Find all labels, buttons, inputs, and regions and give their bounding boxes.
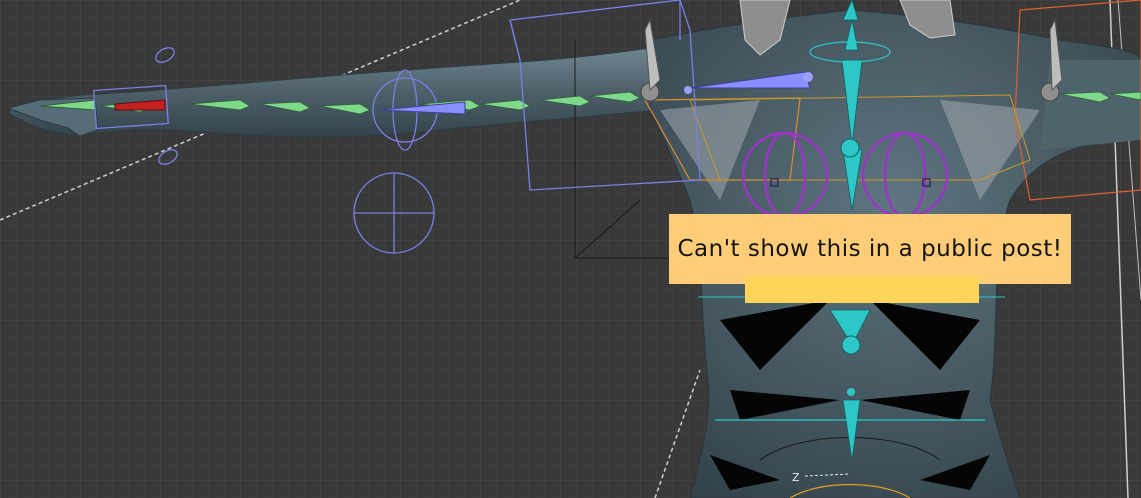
3d-viewport[interactable]: Z Can't show this in a public post! [0, 0, 1141, 498]
spine-joint-belly[interactable] [847, 388, 855, 396]
shoulder-ik-joint[interactable] [803, 72, 813, 82]
axis-label-z: Z [792, 471, 800, 484]
spine-joint-lower[interactable] [841, 335, 861, 355]
spine-joint[interactable] [840, 138, 860, 158]
censor-banner: Can't show this in a public post! [669, 214, 1071, 284]
wrist-ik-joint[interactable] [684, 86, 692, 94]
censor-text: Can't show this in a public post! [677, 236, 1063, 262]
censor-strip [745, 276, 979, 303]
